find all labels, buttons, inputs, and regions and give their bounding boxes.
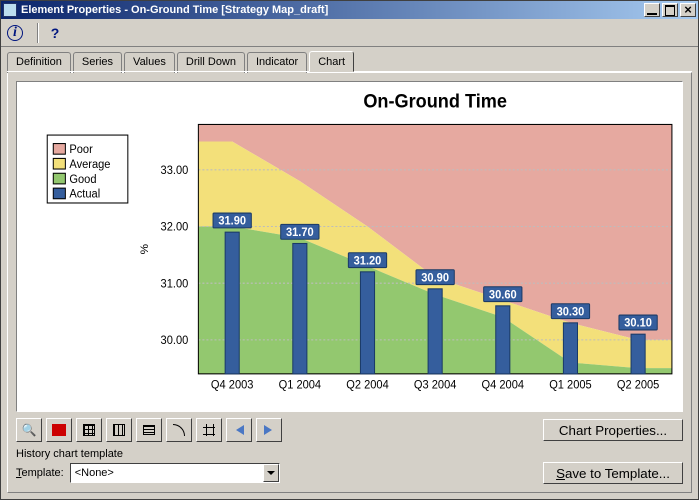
zoom-icon xyxy=(22,423,37,437)
chart: 30.00 31.00 32.00 33.00 31.90 31.70 31.20 30.90… xyxy=(16,81,683,412)
svg-text:30.10: 30.10 xyxy=(624,318,652,330)
svg-text:Actual: Actual xyxy=(69,188,100,200)
svg-text:Poor: Poor xyxy=(69,144,93,156)
tabs-row: Definition Series Values Drill Down Indi… xyxy=(1,47,698,72)
legend-button[interactable] xyxy=(136,418,162,442)
tab-definition[interactable]: Definition xyxy=(7,52,71,73)
svg-text:30.30: 30.30 xyxy=(557,306,585,318)
template-combo[interactable] xyxy=(70,463,280,483)
tab-drill-down[interactable]: Drill Down xyxy=(177,52,245,73)
save-to-template-button[interactable]: Save to Template... xyxy=(543,462,683,484)
template-label: Template: xyxy=(16,467,64,479)
svg-text:Q2 2005: Q2 2005 xyxy=(617,379,659,391)
svg-text:Q2 2004: Q2 2004 xyxy=(346,379,388,391)
template-value[interactable] xyxy=(71,467,263,479)
app-icon xyxy=(3,3,17,17)
titlebar: Element Properties - On-Ground Time [Str… xyxy=(1,1,698,19)
svg-text:30.90: 30.90 xyxy=(421,272,449,284)
chevron-down-icon[interactable] xyxy=(263,464,279,482)
grid-icon xyxy=(83,424,95,436)
chart-type-button[interactable] xyxy=(46,418,72,442)
window-title: Element Properties - On-Ground Time [Str… xyxy=(21,4,642,16)
close-button[interactable] xyxy=(680,3,696,17)
arrow-right-icon xyxy=(261,425,277,435)
tab-chart[interactable]: Chart xyxy=(309,51,354,72)
columns-button[interactable] xyxy=(106,418,132,442)
svg-text:31.20: 31.20 xyxy=(354,255,382,267)
icon-button-row: Chart Properties... xyxy=(16,418,683,442)
separator xyxy=(37,23,39,43)
svg-text:%: % xyxy=(139,244,151,254)
svg-text:31.90: 31.90 xyxy=(218,215,246,227)
template-group-label: History chart template xyxy=(16,448,683,460)
next-button[interactable] xyxy=(256,418,282,442)
toolbar: i ? xyxy=(1,19,698,47)
svg-text:30.60: 30.60 xyxy=(489,289,517,301)
info-icon[interactable]: i xyxy=(7,25,23,41)
svg-text:Q1 2005: Q1 2005 xyxy=(549,379,591,391)
rotate-icon xyxy=(173,424,185,436)
help-icon[interactable]: ? xyxy=(45,23,65,43)
svg-text:31.00: 31.00 xyxy=(161,278,189,290)
chart-properties-button[interactable]: Chart Properties... xyxy=(543,419,683,441)
columns-icon xyxy=(113,424,125,436)
zoom-button[interactable] xyxy=(16,418,42,442)
tab-values[interactable]: Values xyxy=(124,52,175,73)
svg-text:30.00: 30.00 xyxy=(161,335,189,347)
maximize-button[interactable] xyxy=(662,3,678,17)
svg-text:31.70: 31.70 xyxy=(286,227,314,239)
gridlines-button[interactable] xyxy=(76,418,102,442)
tab-series[interactable]: Series xyxy=(73,52,122,73)
svg-text:33.00: 33.00 xyxy=(161,165,189,177)
save-to-template-label: ave to Template... xyxy=(565,466,670,481)
split-icon xyxy=(203,424,215,436)
arrow-left-icon xyxy=(231,425,247,435)
prev-button[interactable] xyxy=(226,418,252,442)
rotate-button[interactable] xyxy=(166,418,192,442)
svg-text:32.00: 32.00 xyxy=(161,221,189,233)
minimize-button[interactable] xyxy=(644,3,660,17)
split-button[interactable] xyxy=(196,418,222,442)
template-row: Template: Save to Template... xyxy=(16,462,683,484)
svg-text:Good: Good xyxy=(69,174,96,186)
window: Element Properties - On-Ground Time [Str… xyxy=(0,0,699,500)
svg-text:On-Ground Time: On-Ground Time xyxy=(363,90,507,112)
svg-text:Average: Average xyxy=(69,159,110,171)
tab-indicator[interactable]: Indicator xyxy=(247,52,307,73)
svg-text:Q3 2004: Q3 2004 xyxy=(414,379,456,391)
svg-text:Q4 2004: Q4 2004 xyxy=(482,379,524,391)
tab-content: 30.00 31.00 32.00 33.00 31.90 31.70 31.20 30.90… xyxy=(7,72,692,493)
chart-type-icon xyxy=(52,424,66,436)
legend-icon xyxy=(143,425,155,435)
svg-text:Q1 2004: Q1 2004 xyxy=(279,379,321,391)
svg-text:Q4 2003: Q4 2003 xyxy=(211,379,253,391)
